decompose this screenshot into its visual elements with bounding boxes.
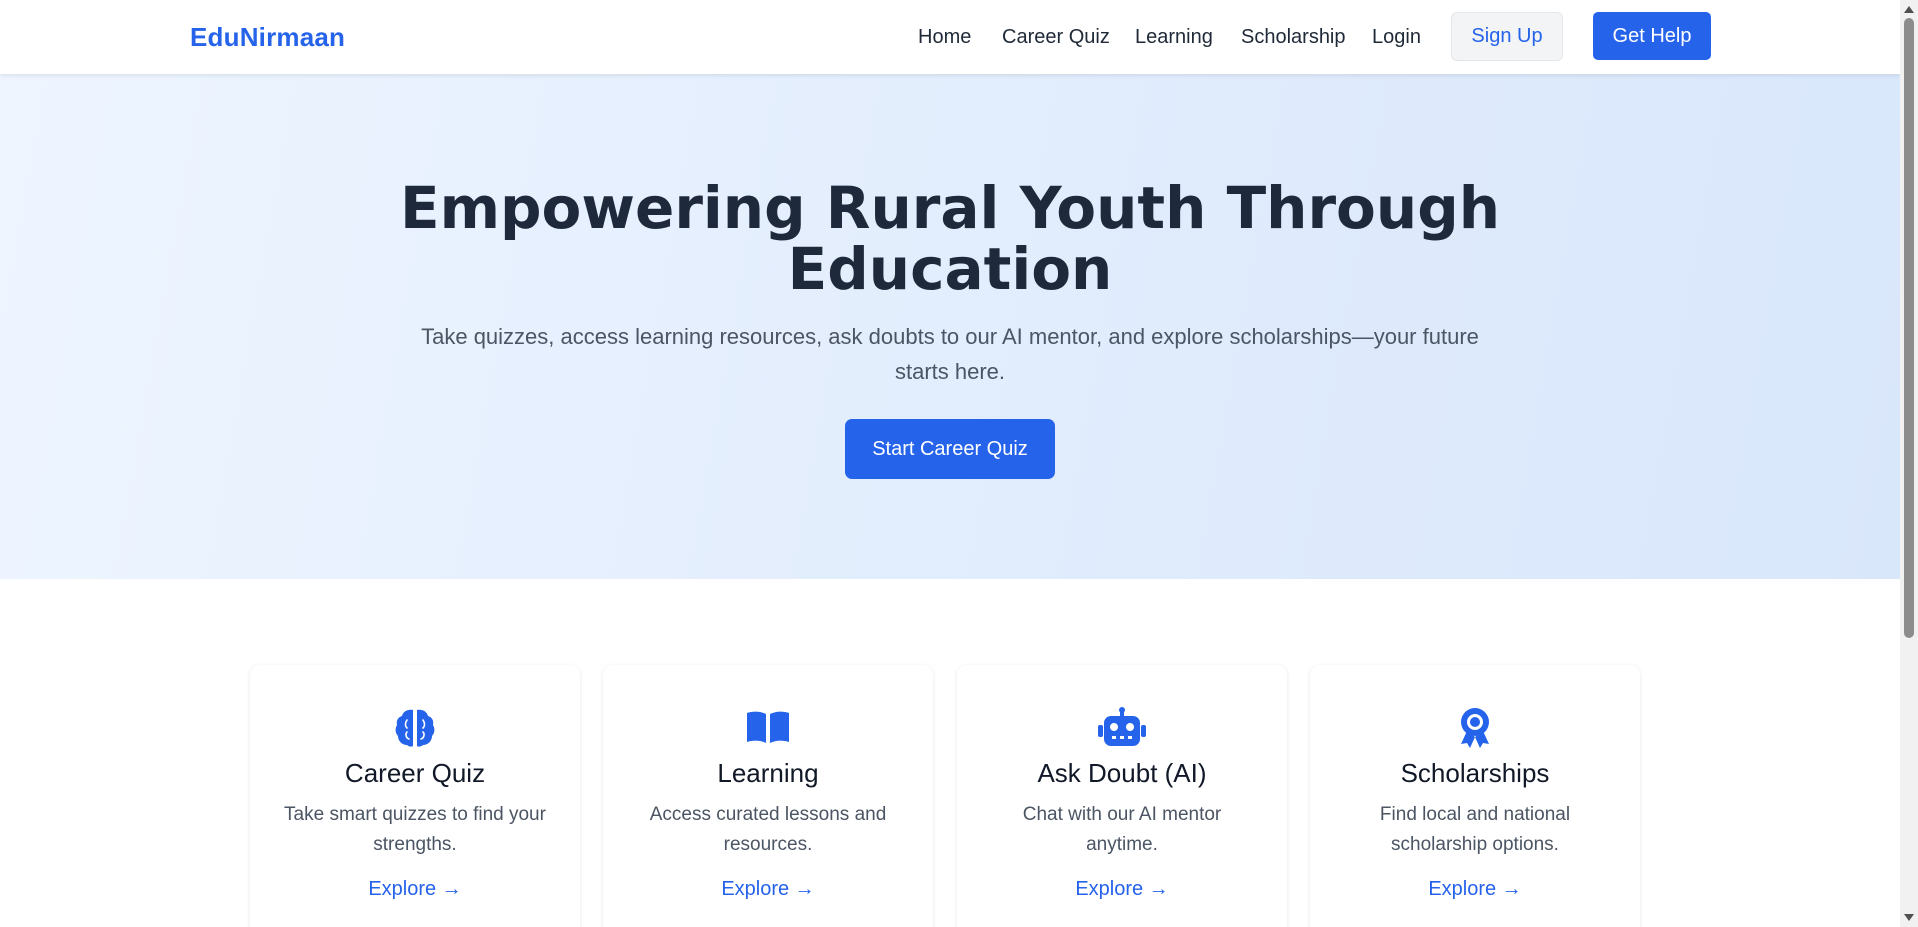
feature-explore-link[interactable]: Explore → — [250, 878, 580, 901]
brain-icon — [250, 707, 580, 749]
robot-icon — [957, 707, 1287, 749]
feature-title: Career Quiz — [344, 758, 486, 788]
book-icon — [603, 707, 933, 749]
feature-card-ask-doubt: Ask Doubt (AI) Chat with our AI mentor a… — [957, 665, 1287, 927]
feature-card-scholarships: Scholarships Find local and national sch… — [1310, 665, 1640, 927]
features-section: Career Quiz Take smart quizzes to find y… — [0, 579, 1900, 927]
feature-description: Find local and national scholarship opti… — [1379, 804, 1571, 855]
feature-card-career-quiz: Career Quiz Take smart quizzes to find y… — [250, 665, 580, 927]
feature-description: Take smart quizzes to find your strength… — [284, 804, 546, 855]
navbar: EduNirmaan Home Career Quiz Learning Sch… — [0, 0, 1900, 74]
feature-explore-link[interactable]: Explore → — [603, 878, 933, 901]
feature-description: Access curated lessons and resources. — [649, 804, 887, 855]
scroll-down-arrow-icon[interactable] — [1904, 914, 1914, 921]
start-career-quiz-button[interactable]: Start Career Quiz — [845, 419, 1055, 479]
nav-home-link[interactable]: Home — [918, 26, 971, 49]
nav-scholarship-link[interactable]: Scholarship — [1241, 26, 1346, 49]
nav-login-link[interactable]: Login — [1372, 26, 1421, 49]
feature-explore-link[interactable]: Explore → — [1310, 878, 1640, 901]
award-icon — [1310, 707, 1640, 749]
nav-career-quiz-link[interactable]: Career Quiz — [1002, 26, 1110, 49]
feature-description: Chat with our AI mentor anytime. — [1022, 804, 1222, 855]
nav-learning-link[interactable]: Learning — [1135, 26, 1213, 49]
signup-button[interactable]: Sign Up — [1451, 12, 1563, 61]
page: EduNirmaan Home Career Quiz Learning Sch… — [0, 0, 1900, 927]
scroll-thumb[interactable] — [1904, 18, 1914, 638]
feature-title: Scholarships — [1400, 758, 1550, 788]
hero-subtitle: Take quizzes, access learning resources,… — [421, 324, 1479, 384]
feature-explore-link[interactable]: Explore → — [957, 878, 1287, 901]
feature-card-learning: Learning Access curated lessons and reso… — [603, 665, 933, 927]
feature-title: Ask Doubt (AI) — [1037, 758, 1207, 788]
scroll-up-arrow-icon[interactable] — [1904, 6, 1914, 13]
nav-links: Home Career Quiz Learning Scholarship Lo… — [0, 0, 1900, 74]
get-help-button[interactable]: Get Help — [1593, 12, 1711, 60]
page-scrollbar[interactable] — [1900, 0, 1918, 927]
hero-title: Empowering Rural Youth Through Education — [399, 174, 1501, 303]
hero-section: Empowering Rural Youth Through Education… — [0, 74, 1900, 579]
feature-title: Learning — [717, 758, 819, 788]
